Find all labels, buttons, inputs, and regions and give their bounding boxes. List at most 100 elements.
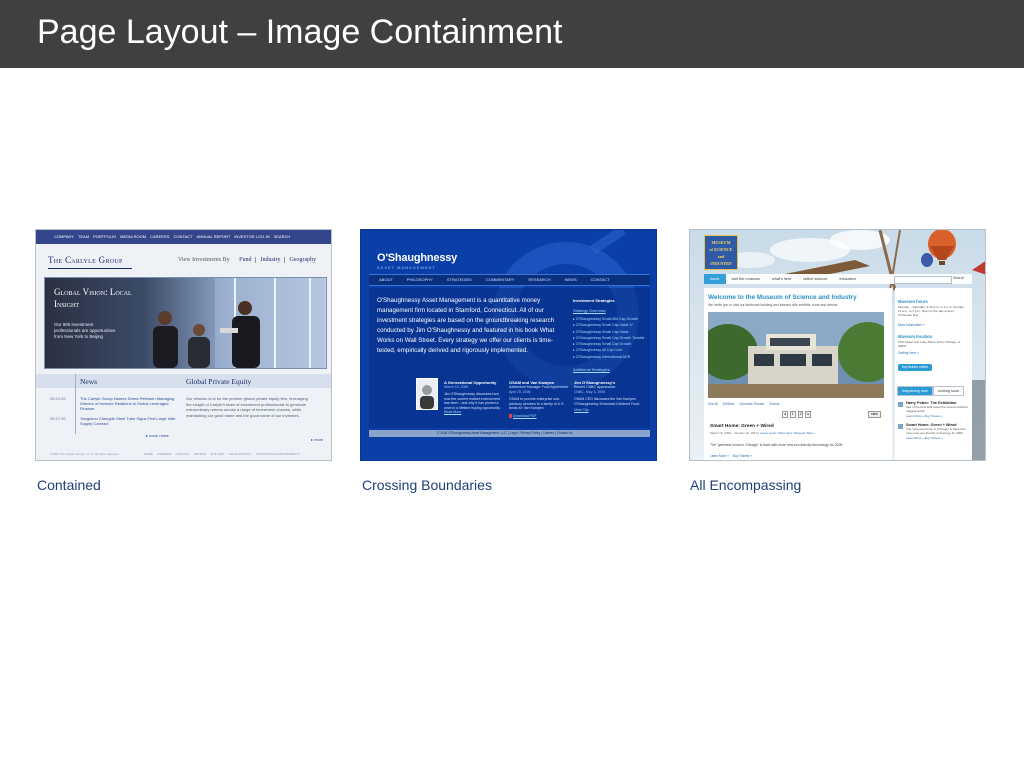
museum-hours-heading: Museum hours xyxy=(898,299,928,304)
museum-subnav-item[interactable]: Omnimax Theater xyxy=(739,402,764,407)
col3-link[interactable]: View Clip xyxy=(574,408,640,413)
carlyle-footer-link[interactable]: LEGAL/PRIVACY xyxy=(228,452,251,457)
caption-all-encompassing: All Encompassing xyxy=(690,477,802,493)
museum-tab[interactable]: coming soon xyxy=(932,386,965,396)
carlyle-news-more[interactable]: ▸ more news xyxy=(146,433,169,438)
museum-subnav-item[interactable]: Events xyxy=(770,402,780,407)
carlyle-nav-bar: COMPANY TEAM PORTFOLIO MEDIA ROOM CAREERS CON… xyxy=(36,230,331,244)
museum-feature-link[interactable]: | Museum Map » xyxy=(792,431,815,435)
oshaughnessy-nav-item[interactable]: PHILOSOPHY xyxy=(407,277,433,282)
museum-pager-item[interactable]: ◂ xyxy=(782,411,788,418)
oshaughnessy-portrait xyxy=(416,378,438,410)
museum-hours-link[interactable]: More Information » xyxy=(898,323,925,328)
oshaughnessy-nav-item[interactable]: CONTACT xyxy=(591,277,610,282)
museum-subnav-item[interactable]: Exhibits xyxy=(723,402,734,407)
carlyle-pe-more[interactable]: ▸ more xyxy=(311,437,323,442)
museum-event-text: The "greenest home in Chicago" is back w… xyxy=(906,426,966,435)
oshaughnessy-nav-item[interactable]: STRATEGIES xyxy=(447,277,472,282)
carlyle-footer-left: ©2005 The Carlyle Group, L.L.C. All righ… xyxy=(50,452,120,456)
carlyle-view-option[interactable]: Industry xyxy=(255,257,281,263)
museum-location-link[interactable]: Getting Here » xyxy=(898,351,919,356)
carlyle-news-heading: News xyxy=(80,377,98,386)
museum-subnav-item[interactable]: See All xyxy=(708,402,718,407)
carlyle-hero-text: Our 900 investment professionals are opp… xyxy=(54,322,116,339)
carlyle-nav-item[interactable]: MEDIA ROOM xyxy=(120,234,146,239)
oshaughnessy-nav-item[interactable]: RESEARCH xyxy=(528,277,550,282)
carlyle-footer-link[interactable]: CORPORATE RESPONSIBILITY xyxy=(256,452,300,457)
museum-feature-link[interactable]: | Start Here xyxy=(776,431,792,435)
carlyle-news-item[interactable]: 05.17.06 Yangzhou Chengde Steel Tube Sign… xyxy=(50,416,180,426)
oshaughnessy-strategies-more[interactable]: Additional Strategies xyxy=(573,367,610,372)
museum-nav-item[interactable]: education xyxy=(833,274,861,284)
carlyle-nav-item[interactable]: CAREERS xyxy=(150,234,169,239)
museum-nav-item[interactable]: home xyxy=(704,274,726,284)
carlyle-nav-item[interactable]: SEARCH xyxy=(274,234,291,239)
carlyle-pe-text: Our mission is to be the premier global … xyxy=(186,396,308,418)
carlyle-nav-item[interactable]: COMPANY xyxy=(54,234,74,239)
museum-nav-item[interactable]: visit the museum xyxy=(726,274,767,284)
col2-text: OSAM to provide enterprise sub-advisory … xyxy=(509,397,565,411)
carlyle-nav-item[interactable]: TEAM xyxy=(78,234,89,239)
museum-feature-date: March 15, 2006 – January 22, 2010 xyxy=(710,431,758,435)
carlyle-news-text: Yangzhou Chengde Steel Tube Signs First … xyxy=(80,416,176,426)
carlyle-nav-item[interactable]: CONTACT xyxy=(173,234,192,239)
col2-date: April 20, 2006 xyxy=(509,390,531,394)
carlyle-footer-link[interactable]: SITE MAP xyxy=(210,452,224,457)
carlyle-view-by: View Investments By Fund Industry Geograph… xyxy=(178,257,317,263)
museum-event-link[interactable]: Learn More » xyxy=(906,436,925,440)
oshaughnessy-logo: O'Shaughnessy xyxy=(377,252,458,264)
carlyle-news-item[interactable]: 05.24.06 The Carlyle Group Names Debra Pe… xyxy=(50,396,180,411)
museum-event-links: Learn More » Buy Tickets » xyxy=(906,414,970,418)
museum-welcome: Welcome to the Museum of Science and Ind… xyxy=(708,294,857,301)
museum-pager-item[interactable]: 2 xyxy=(797,411,804,418)
museum-logo: MUSEUM of SCIENCE and INDUSTRY xyxy=(704,235,738,270)
col1-link[interactable]: Read More xyxy=(444,410,504,415)
museum-tab[interactable]: happening now xyxy=(897,386,933,396)
museum-feature-action[interactable]: Buy Tickets » xyxy=(733,454,752,459)
museum-location-heading: Museum location xyxy=(898,334,933,339)
carlyle-view-option[interactable]: Fund xyxy=(235,257,251,263)
carlyle-nav-item[interactable]: INVESTOR LOG-IN xyxy=(234,234,269,239)
museum-nav-item[interactable]: what's here xyxy=(766,274,797,284)
museum-search-input[interactable] xyxy=(894,276,952,284)
oshaughnessy-nav-bar: ABOUT PHILOSOPHY STRATEGIES COMMENTARY RESEA… xyxy=(369,274,650,286)
oshaughnessy-col-1: A Generational Opportunity March 15, 200… xyxy=(444,380,504,415)
carlyle-footer-link[interactable]: SEARCH xyxy=(194,452,207,457)
carlyle-nav-item[interactable]: PORTFOLIO xyxy=(93,234,116,239)
carlyle-footer-link[interactable]: CAREERS xyxy=(157,452,172,457)
oshaughnessy-strategies-intro[interactable]: Strategy Overview xyxy=(573,308,606,313)
oshaughnessy-strategy-link[interactable]: ▸ O'Shaughnessy International ADR xyxy=(573,354,651,360)
museum-event-link[interactable]: Buy Tickets » xyxy=(925,414,943,418)
museum-search-button[interactable]: Search xyxy=(953,276,964,281)
carlyle-screenshot: COMPANY TEAM PORTFOLIO MEDIA ROOM CAREERS CON… xyxy=(35,229,332,461)
museum-event[interactable]: Harry Potter: The Exhibition See of the b… xyxy=(898,401,970,418)
museum-pager-item[interactable]: ▸ xyxy=(805,411,812,418)
oshaughnessy-footer: © 2006 O'Shaughnessy Asset Management, L… xyxy=(437,431,573,435)
museum-feature-action[interactable]: Learn More » xyxy=(710,454,729,459)
museum-feature-link[interactable]: | Lower Level xyxy=(758,431,776,435)
col2-link[interactable]: Download PDF xyxy=(509,414,569,419)
page-title: Page Layout – Image Containment xyxy=(37,13,563,51)
oshaughnessy-strategies-heading: Investment Strategies xyxy=(573,298,615,303)
oshaughnessy-nav-item[interactable]: ABOUT xyxy=(379,277,393,282)
museum-nav-item[interactable]: online science xyxy=(797,274,833,284)
carlyle-footer-link[interactable]: HOME xyxy=(144,452,153,457)
col3-text: OSAM CEO discusses the Van Kampen O'Shau… xyxy=(574,397,640,406)
carlyle-pe-heading: Global Private Equity xyxy=(186,377,252,386)
carlyle-logo-rule xyxy=(48,268,132,269)
museum-pager-more[interactable]: view xyxy=(868,411,881,418)
museum-pager-item[interactable]: 1 xyxy=(789,411,796,418)
museum-tickets-button[interactable]: buy tickets online xyxy=(898,364,933,371)
caption-contained: Contained xyxy=(37,477,101,493)
museum-event[interactable]: Smart Home: Green + Wired The "greenest h… xyxy=(898,423,970,440)
museum-event-text: See of the best kids travel the famous w… xyxy=(906,405,968,413)
oshaughnessy-col-2: OSAM and Van Kampen Addendum Manager Fun… xyxy=(509,380,569,419)
museum-event-link[interactable]: Learn More » xyxy=(906,414,925,418)
carlyle-nav-item[interactable]: ANNUAL REPORT xyxy=(197,234,231,239)
museum-hours-text: Monday – Saturday: 9:30 a.m. to 4 p.m. S… xyxy=(898,305,965,318)
oshaughnessy-nav-item[interactable]: NEWS xyxy=(565,277,577,282)
carlyle-footer-link[interactable]: CONTACT xyxy=(176,452,190,457)
carlyle-view-option[interactable]: Geography xyxy=(284,257,317,263)
museum-event-link[interactable]: Buy Tickets » xyxy=(925,436,943,440)
oshaughnessy-nav-item[interactable]: COMMENTARY xyxy=(486,277,515,282)
